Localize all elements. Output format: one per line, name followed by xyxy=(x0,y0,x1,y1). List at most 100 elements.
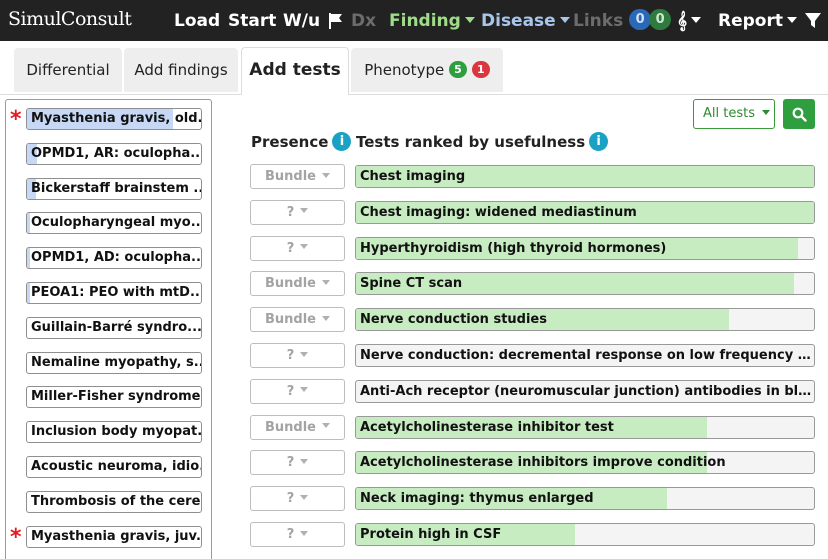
test-name: Protein high in CSF xyxy=(360,527,502,542)
differential-item[interactable]: Nemaline myopathy, s... xyxy=(26,351,202,374)
test-name: Acetylcholinesterase inhibitor test xyxy=(360,419,614,435)
presence-value: Bundle xyxy=(265,419,316,435)
top-navbar: SimulConsult Load Start W/u Dx Finding D… xyxy=(0,0,828,41)
chevron-down-icon xyxy=(300,208,309,214)
test-row[interactable]: Protein high in CSF xyxy=(355,523,815,546)
presence-dropdown[interactable]: Bundle xyxy=(250,164,345,189)
likelihood-bar xyxy=(27,248,31,269)
flag-icon[interactable] xyxy=(328,12,344,30)
dna-menu[interactable]: 𝄞 xyxy=(677,11,702,31)
presence-header: Presence i xyxy=(251,131,352,151)
test-name: Spine CT scan xyxy=(360,276,463,292)
test-row[interactable]: Neck imaging: thymus enlarged xyxy=(355,487,815,511)
test-name: Nerve conduction studies xyxy=(360,312,547,328)
chevron-down-icon xyxy=(322,315,330,321)
test-row[interactable]: Chest imaging xyxy=(355,165,815,188)
start-menu[interactable]: Start xyxy=(228,11,276,31)
disease-menu[interactable]: Disease xyxy=(481,11,570,31)
presence-dropdown[interactable]: ? xyxy=(250,199,345,225)
differential-item[interactable]: Myasthenia gravis, old... xyxy=(26,108,202,130)
starred-marker-icon: * xyxy=(10,107,22,132)
test-name: Acetylcholinesterase inhibitors improve … xyxy=(360,455,726,471)
info-icon[interactable]: i xyxy=(589,131,609,151)
tab-phenotype-label: Phenotype xyxy=(364,61,445,79)
brand-logo[interactable]: SimulConsult xyxy=(8,8,132,30)
tab-add-tests[interactable]: Add tests xyxy=(241,47,349,95)
search-button[interactable] xyxy=(783,99,815,129)
all-tests-label: All tests xyxy=(703,106,755,121)
differential-item-label: Oculopharyngeal myo... xyxy=(31,215,202,231)
presence-dropdown[interactable]: Bundle xyxy=(250,307,345,333)
differential-item[interactable]: OPMD1, AR: oculopha... xyxy=(26,142,202,165)
wu-menu[interactable]: W/u xyxy=(283,11,320,31)
phenotype-red-badge: 1 xyxy=(471,61,490,78)
links-menu[interactable]: Links 00 xyxy=(573,9,672,31)
presence-dropdown[interactable]: ? xyxy=(250,343,345,368)
report-menu[interactable]: Report xyxy=(718,11,797,31)
likelihood-bar xyxy=(27,283,31,303)
test-name: Neck imaging: thymus enlarged xyxy=(360,491,594,507)
test-row[interactable]: Hyperthyroidism (high thyroid hormones) xyxy=(355,236,815,260)
presence-value: Bundle xyxy=(265,276,316,292)
presence-value: ? xyxy=(286,204,295,220)
dx-menu[interactable]: Dx xyxy=(351,11,376,31)
test-row[interactable]: Nerve conduction studies xyxy=(355,308,815,332)
differential-item-label: OPMD1, AR: oculopha... xyxy=(31,145,202,161)
test-row[interactable]: Acetylcholinesterase inhibitor test xyxy=(355,415,815,439)
test-name: Anti-Ach receptor (neuromuscular junctio… xyxy=(360,383,812,399)
presence-value: ? xyxy=(286,348,295,363)
presence-value: Bundle xyxy=(265,312,316,328)
test-row[interactable]: Acetylcholinesterase inhibitors improve … xyxy=(355,451,815,475)
report-menu-label: Report xyxy=(718,11,783,31)
load-menu[interactable]: Load xyxy=(174,11,220,31)
test-row[interactable]: Anti-Ach receptor (neuromuscular junctio… xyxy=(355,379,815,403)
chevron-down-icon xyxy=(300,244,309,250)
differential-item-label: Miller-Fisher syndrome xyxy=(31,389,201,405)
info-icon[interactable]: i xyxy=(332,131,352,151)
differential-item[interactable]: Oculopharyngeal myo... xyxy=(26,212,202,235)
filter-icon[interactable] xyxy=(804,11,822,30)
chevron-down-icon xyxy=(691,16,702,23)
test-row[interactable]: Spine CT scan xyxy=(355,272,815,296)
chevron-down-icon xyxy=(300,530,309,536)
differential-item[interactable]: Miller-Fisher syndrome xyxy=(26,386,202,409)
differential-item[interactable]: Bickerstaff brainstem ... xyxy=(26,177,202,200)
presence-value: Bundle xyxy=(265,169,316,184)
presence-dropdown[interactable]: ? xyxy=(250,486,345,512)
differential-item-label: Thrombosis of the cere... xyxy=(31,493,202,509)
presence-dropdown[interactable]: ? xyxy=(250,450,345,476)
presence-value: ? xyxy=(286,491,295,507)
differential-item-label: OPMD1, AD: oculopha... xyxy=(31,250,202,266)
differential-item[interactable]: Inclusion body myopat... xyxy=(26,421,202,444)
test-name: Nerve conduction: decremental response o… xyxy=(360,348,812,363)
chevron-down-icon xyxy=(300,494,309,500)
presence-dropdown[interactable]: ? xyxy=(250,522,345,547)
tab-differential[interactable]: Differential xyxy=(14,48,122,92)
differential-item[interactable]: Guillain-Barré syndro... xyxy=(26,316,202,339)
chevron-down-icon xyxy=(762,109,770,115)
test-row[interactable]: Chest imaging: widened mediastinum xyxy=(355,200,815,224)
differential-item[interactable]: PEOA1: PEO with mtD... xyxy=(26,282,202,304)
differential-item[interactable]: Acoustic neuroma, idio... xyxy=(26,456,202,478)
presence-dropdown[interactable]: Bundle xyxy=(250,271,345,297)
chevron-down-icon xyxy=(300,458,309,464)
test-name: Hyperthyroidism (high thyroid hormones) xyxy=(360,240,667,256)
tab-phenotype[interactable]: Phenotype 5 1 xyxy=(351,48,503,92)
search-icon xyxy=(792,107,807,122)
differential-item-label: Nemaline myopathy, s... xyxy=(31,354,202,370)
finding-menu[interactable]: Finding xyxy=(389,11,475,31)
test-name: Chest imaging: widened mediastinum xyxy=(360,204,637,220)
differential-item[interactable]: OPMD1, AD: oculopha... xyxy=(26,247,202,270)
differential-item[interactable]: Thrombosis of the cere... xyxy=(26,490,202,513)
all-tests-dropdown[interactable]: All tests xyxy=(693,99,775,129)
presence-value: ? xyxy=(286,527,295,542)
links-count-green-badge: 0 xyxy=(649,9,672,30)
presence-dropdown[interactable]: Bundle xyxy=(250,414,345,440)
differential-item-label: Guillain-Barré syndro... xyxy=(31,319,202,335)
presence-dropdown[interactable]: ? xyxy=(250,235,345,261)
test-row[interactable]: Nerve conduction: decremental response o… xyxy=(355,344,815,367)
differential-item[interactable]: Myasthenia gravis, juv... xyxy=(26,525,202,548)
tests-header-label: Tests ranked by usefulness xyxy=(356,133,586,151)
tab-add-findings[interactable]: Add findings xyxy=(124,48,238,92)
presence-dropdown[interactable]: ? xyxy=(250,378,345,404)
